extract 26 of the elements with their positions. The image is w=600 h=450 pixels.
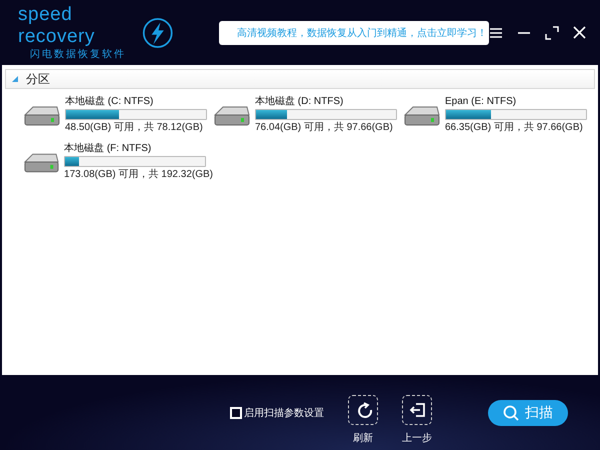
section-header[interactable]: 分区 [5, 69, 595, 89]
drive-usage: 48.50(GB) 可用，共 78.12(GB) [65, 121, 204, 134]
drive-name: 本地磁盘 (F: NTFS) [64, 142, 152, 155]
logo-title: speed recovery [18, 4, 96, 48]
drive-name: 本地磁盘 (D: NTFS) [255, 95, 344, 108]
checkbox[interactable] [230, 406, 242, 418]
drive-usage: 173.08(GB) 可用，共 192.32(GB) [64, 168, 213, 181]
logo-subtitle: 闪电数据恢复软件 [30, 48, 126, 61]
back-button[interactable] [402, 394, 432, 424]
refresh-label: 刷新 [353, 432, 373, 444]
checkbox-label[interactable]: 启用扫描参数设置 [244, 406, 324, 420]
section-title: 分区 [26, 70, 50, 88]
close-icon[interactable] [573, 26, 586, 39]
scan-button[interactable]: 扫描 [488, 400, 568, 426]
drive-name: 本地磁盘 (C: NTFS) [65, 95, 154, 108]
search-icon [503, 404, 519, 420]
drive-usage: 66.35(GB) 可用，共 97.66(GB) [445, 121, 584, 134]
menu-icon[interactable] [489, 26, 503, 38]
back-label: 上一步 [402, 432, 432, 444]
refresh-button[interactable] [348, 394, 378, 424]
notice-banner[interactable]: 高清视频教程，数据恢复从入门到精通，点击立即学习！ [219, 20, 489, 44]
maximize-icon[interactable] [545, 26, 559, 40]
drive-usage: 76.04(GB) 可用，共 97.66(GB) [255, 121, 394, 134]
drive-name: Epan (E: NTFS) [445, 95, 518, 108]
expanded-triangle-icon[interactable] [12, 76, 18, 82]
notice-text[interactable]: 高清视频教程，数据恢复从入门到精通，点击立即学习！ [237, 26, 487, 40]
